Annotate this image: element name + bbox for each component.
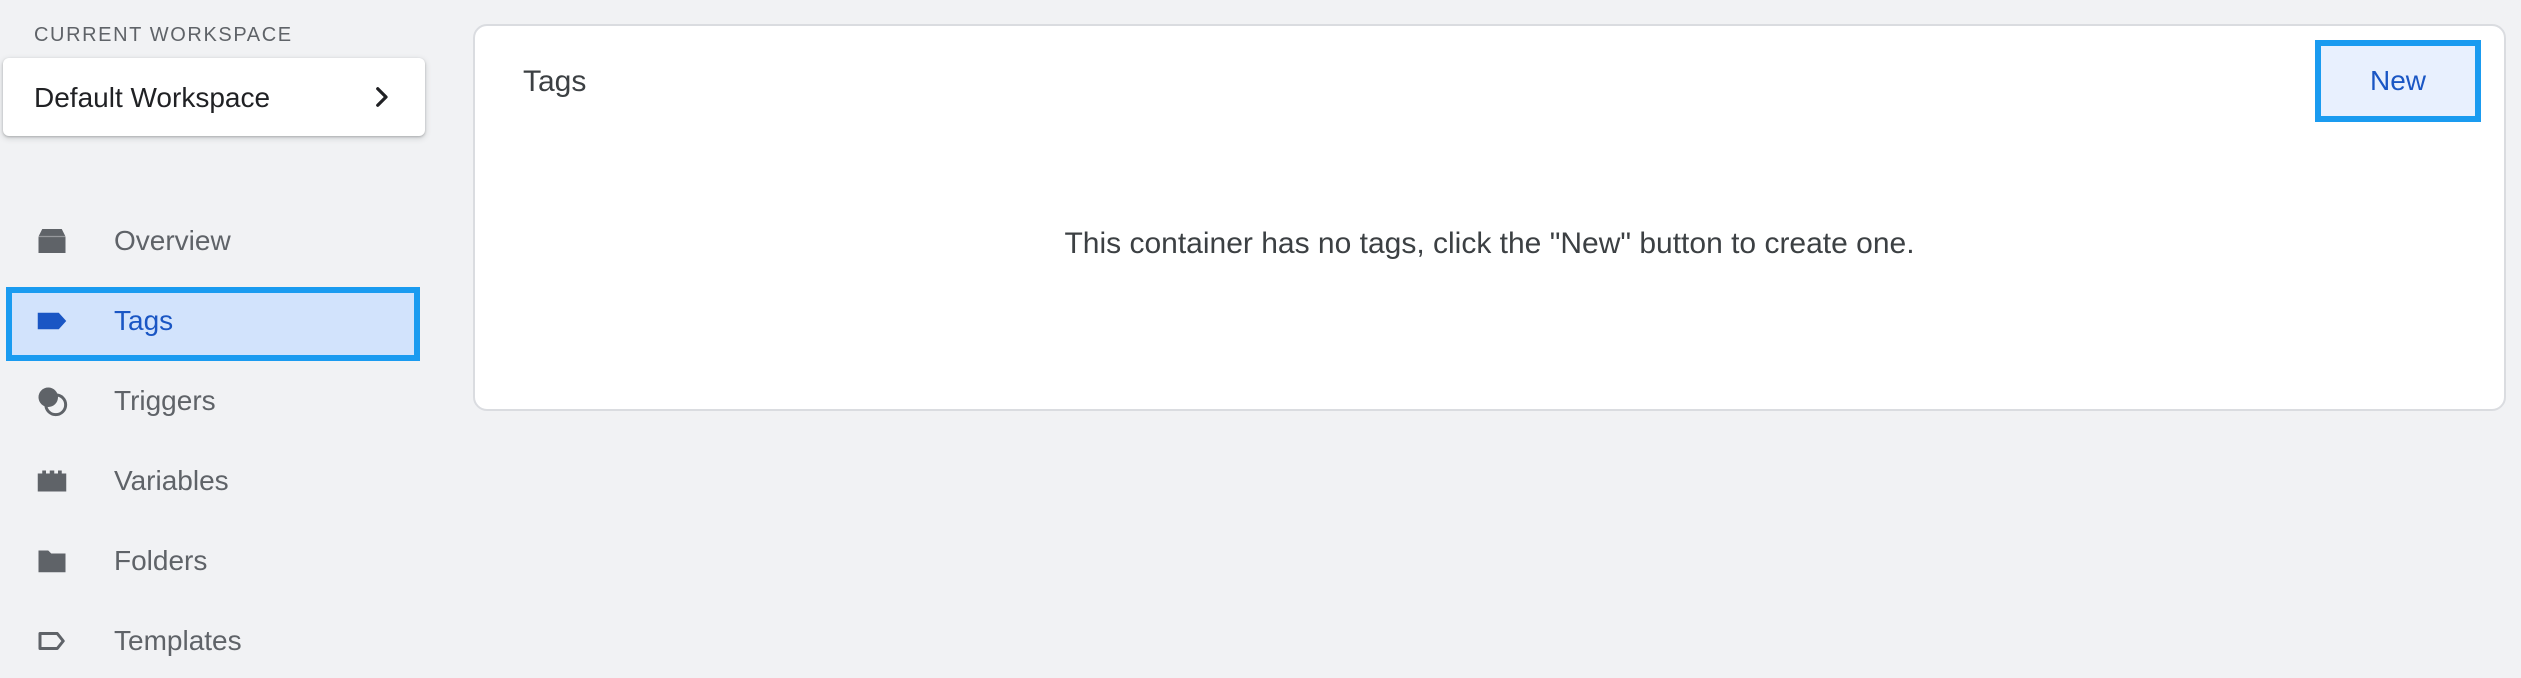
sidebar-item-label: Tags: [114, 305, 174, 336]
sidebar-item-variables[interactable]: Variables: [6, 447, 420, 515]
template-icon: [38, 632, 65, 650]
current-workspace-label: CURRENT WORKSPACE: [34, 24, 293, 46]
sidebar: CURRENT WORKSPACE Default Workspace Over…: [0, 0, 440, 678]
sidebar-item-templates[interactable]: Templates: [6, 607, 420, 675]
folder-icon: [38, 550, 66, 573]
sidebar-item-label: Folders: [114, 545, 208, 576]
tags-panel: Tags New This container has no tags, cli…: [473, 24, 2506, 411]
sidebar-item-label: Overview: [114, 225, 231, 256]
sidebar-item-label: Triggers: [114, 385, 216, 416]
panel-title: Tags: [523, 65, 587, 98]
workspace-name: Default Workspace: [34, 82, 271, 113]
workspace-selector[interactable]: Default Workspace: [3, 58, 425, 136]
sidebar-item-triggers[interactable]: Triggers: [6, 367, 420, 435]
overview-icon: [38, 229, 66, 253]
sidebar-item-folders[interactable]: Folders: [6, 527, 420, 595]
tag-icon: [37, 312, 67, 330]
trigger-icon: [38, 387, 68, 417]
sidebar-item-tags[interactable]: Tags: [6, 287, 420, 361]
chevron-right-icon: [376, 87, 388, 107]
sidebar-item-label: Variables: [114, 465, 229, 496]
new-tag-button[interactable]: New: [2315, 40, 2481, 122]
sidebar-item-label: Templates: [114, 625, 242, 656]
sidebar-item-overview[interactable]: Overview: [6, 207, 420, 275]
variables-icon: [37, 470, 67, 492]
empty-state-message: This container has no tags, click the "N…: [1064, 227, 1915, 260]
